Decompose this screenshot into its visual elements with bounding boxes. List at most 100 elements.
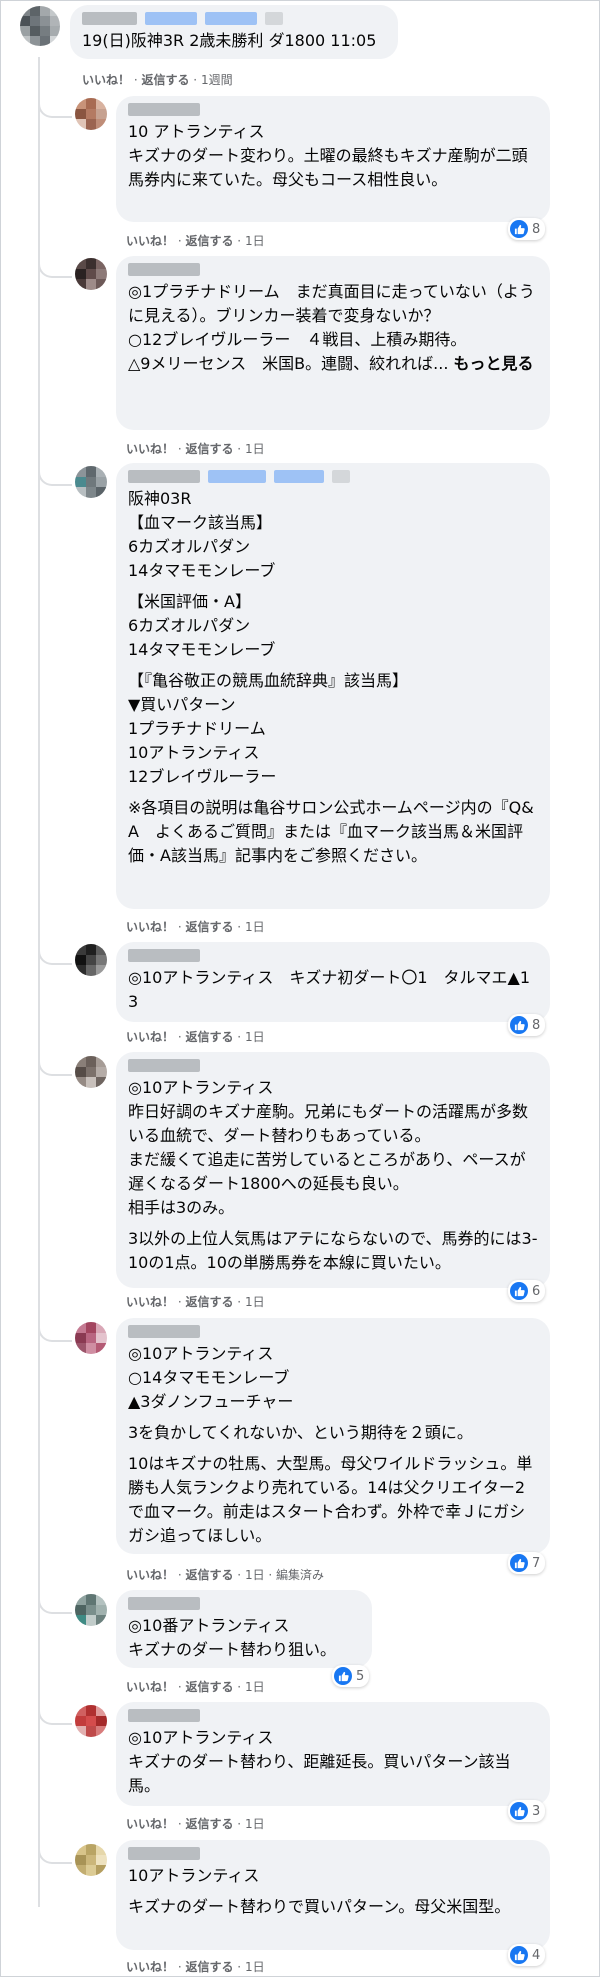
comment-paragraph: 【『亀谷敬正の競馬血統辞典』該当馬】 ▼買いパターン 1プラチナドリーム 10ア… <box>128 671 409 786</box>
timestamp[interactable]: 1日 <box>245 1295 265 1309</box>
like-link[interactable]: いいね！ <box>126 1295 174 1309</box>
reply-link[interactable]: 返信する <box>185 442 233 456</box>
like-thumb-icon <box>510 220 528 238</box>
comment-text: 10 アトランティス キズナのダート変わり。土曜の最終もキズナ産駒が二頭馬券内に… <box>128 122 528 189</box>
reply-link[interactable]: 返信する <box>141 73 189 87</box>
like-link[interactable]: いいね！ <box>126 920 174 934</box>
comment-bubble: ◎10アトランティス キズナのダート替わり、距離延長。買いパターン該当馬。 <box>116 1702 550 1806</box>
reaction-count[interactable]: 3 <box>508 1800 546 1822</box>
reply-link[interactable]: 返信する <box>185 1030 233 1044</box>
comment-text: ◎10アトランティス 昨日好調のキズナ産駒。兄弟にもダートの活躍馬が多数いる血統… <box>128 1078 529 1217</box>
avatar[interactable] <box>75 1844 107 1876</box>
comment-bubble: ◎10アトランティス ○14タマモモンレーブ ▲3ダノンフューチャー 3を負かし… <box>116 1318 550 1554</box>
timestamp[interactable]: 1日 <box>245 1568 265 1582</box>
avatar[interactable] <box>20 6 60 46</box>
comment-paragraph: ※各項目の説明は亀谷サロン公式ホームページ内の『Q&A よくあるご質問』または『… <box>128 798 534 865</box>
comment-text: ◎10アトランティス キズナのダート替わり、距離延長。買いパターン該当馬。 <box>128 1728 511 1795</box>
reply-link[interactable]: 返信する <box>185 1295 233 1309</box>
reply-connector <box>38 1592 72 1614</box>
like-thumb-icon <box>510 1946 528 1964</box>
comment-bubble: ◎1プラチナドリーム まだ真面目に走っていない（ように見える）。ブリンカー装着で… <box>116 256 550 430</box>
avatar[interactable] <box>75 1056 107 1088</box>
comment-bubble: ◎10アトランティス キズナ初ダート〇1 タルマエ▲13 <box>116 942 550 1022</box>
commenter-name[interactable] <box>128 1708 538 1723</box>
comment-text: 10アトランティス <box>128 1866 260 1885</box>
reaction-count[interactable]: 6 <box>508 1280 546 1302</box>
reply-link[interactable]: 返信する <box>185 1960 233 1974</box>
comment-bubble: ◎10番アトランティス キズナのダート替わり狙い。 <box>116 1590 372 1668</box>
reply-link[interactable]: 返信する <box>185 1817 233 1831</box>
comment-actions: いいね！ · 返信する · 1日 <box>126 442 265 456</box>
comment-bubble: 10アトランティス キズナのダート替わりで買いパターン。母父米国型。 <box>116 1840 550 1950</box>
avatar[interactable] <box>75 98 107 130</box>
commenter-name[interactable] <box>128 102 538 117</box>
reaction-count[interactable]: 7 <box>508 1552 546 1574</box>
post-bubble: 19(日)阪神3R 2歳未勝利 ダ1800 11:05 <box>70 5 398 59</box>
like-thumb-icon <box>334 1667 352 1685</box>
timestamp[interactable]: 1日 <box>245 442 265 456</box>
reaction-count[interactable]: 5 <box>332 1665 370 1687</box>
reply-connector <box>38 1703 72 1725</box>
reply-connector <box>38 464 72 486</box>
avatar[interactable] <box>75 1322 107 1354</box>
reply-connector <box>38 1054 72 1076</box>
reply-link[interactable]: 返信する <box>185 234 233 248</box>
thread-line <box>38 57 40 1907</box>
post-text: 19(日)阪神3R 2歳未勝利 ダ1800 11:05 <box>82 31 377 50</box>
avatar[interactable] <box>75 258 107 290</box>
comment-text: ◎10アトランティス ○14タマモモンレーブ ▲3ダノンフューチャー <box>128 1344 294 1411</box>
commenter-name[interactable] <box>128 1058 538 1073</box>
like-link[interactable]: いいね！ <box>82 73 130 87</box>
reply-connector <box>38 1320 72 1342</box>
reply-connector <box>38 1842 72 1864</box>
timestamp[interactable]: 1日 <box>245 234 265 248</box>
reply-connector <box>38 256 72 278</box>
commenter-name[interactable] <box>128 1846 538 1861</box>
commenter-name[interactable] <box>128 262 538 277</box>
reply-link[interactable]: 返信する <box>185 1568 233 1582</box>
comment-actions: いいね！ · 返信する · 1日 <box>126 920 265 934</box>
see-more-link[interactable]: もっと見る <box>454 354 534 373</box>
commenter-name[interactable] <box>128 469 538 484</box>
timestamp[interactable]: 1日 <box>245 920 265 934</box>
like-link[interactable]: いいね！ <box>126 1568 174 1582</box>
like-link[interactable]: いいね！ <box>126 234 174 248</box>
like-thumb-icon <box>510 1802 528 1820</box>
comment-paragraph: 3以外の上位人気馬はアテにならないので、馬券的には3-10の1点。10の単勝馬券… <box>128 1229 538 1272</box>
comment-text: ◎10番アトランティス キズナのダート替わり狙い。 <box>128 1616 337 1659</box>
commenter-name[interactable] <box>128 1596 360 1611</box>
avatar[interactable] <box>75 944 107 976</box>
comment-bubble: 阪神03R 【血マーク該当馬】 6カズオルパダン 14タマモモンレーブ 【米国評… <box>116 463 550 909</box>
reply-link[interactable]: 返信する <box>185 920 233 934</box>
comment-paragraph: 10はキズナの牡馬、大型馬。母父ワイルドラッシュ。単勝も人気ランクより売れている… <box>128 1454 533 1545</box>
like-link[interactable]: いいね！ <box>126 442 174 456</box>
comment-paragraph: キズナのダート替わりで買いパターン。母父米国型。 <box>128 1897 511 1916</box>
reply-link[interactable]: 返信する <box>185 1680 233 1694</box>
reaction-count[interactable]: 8 <box>508 218 546 240</box>
reaction-count[interactable]: 8 <box>508 1014 546 1036</box>
author-name[interactable] <box>82 11 386 26</box>
avatar[interactable] <box>75 1594 107 1626</box>
commenter-name[interactable] <box>128 948 538 963</box>
comment-actions: いいね！ · 返信する · 1日 <box>126 1817 265 1831</box>
avatar[interactable] <box>75 1705 107 1737</box>
comment-paragraph: 3を負かしてくれないか、という期待を２頭に。 <box>128 1423 473 1442</box>
like-link[interactable]: いいね！ <box>126 1960 174 1974</box>
comment-actions: いいね！ · 返信する · 1日 <box>126 1030 265 1044</box>
timestamp[interactable]: 1日 <box>245 1817 265 1831</box>
comment-text: 阪神03R 【血マーク該当馬】 6カズオルパダン 14タマモモンレーブ <box>128 489 276 580</box>
timestamp[interactable]: 1週間 <box>201 73 233 87</box>
reply-connector <box>38 96 72 118</box>
timestamp[interactable]: 1日 <box>245 1680 265 1694</box>
timestamp[interactable]: 1日 <box>245 1030 265 1044</box>
like-link[interactable]: いいね！ <box>126 1680 174 1694</box>
commenter-name[interactable] <box>128 1324 538 1339</box>
comment-bubble: ◎10アトランティス 昨日好調のキズナ産駒。兄弟にもダートの活躍馬が多数いる血統… <box>116 1052 550 1288</box>
reaction-count[interactable]: 4 <box>508 1944 546 1966</box>
comment-actions: いいね！ · 返信する · 1日 <box>126 1680 265 1694</box>
avatar[interactable] <box>75 466 107 498</box>
edited-label[interactable]: 編集済み <box>276 1568 324 1582</box>
like-link[interactable]: いいね！ <box>126 1030 174 1044</box>
timestamp[interactable]: 1日 <box>245 1960 265 1974</box>
like-link[interactable]: いいね！ <box>126 1817 174 1831</box>
